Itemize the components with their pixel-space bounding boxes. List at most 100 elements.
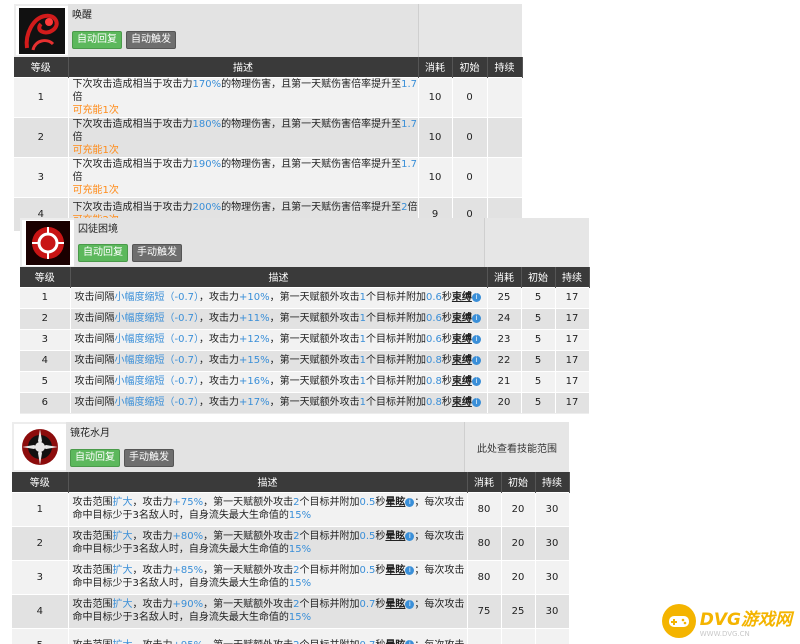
desc-fragment: 1.7 [401,118,417,130]
skills-page: 唤醒 自动回复 自动触发 等级 描述 消耗 初始 持续 1 下次攻击造成相当于攻击… [0,0,800,644]
row-duration [487,116,523,157]
header-cost: 消耗 [487,267,522,287]
table-row: 3 攻击间隔小幅度缩短（-0.7），攻击力+12%，第一天赋额外攻击1个目标并附加… [20,328,590,350]
row-cost [467,627,502,644]
desc-fragment: ，攻击力 [199,334,240,345]
row-desc: 攻击范围扩大，攻击力+80%，第一天赋额外攻击2个目标并附加0.5秒晕眩 i ；每次… [68,525,468,560]
desc-fragment: 0.6 [426,313,442,324]
desc-fragment: 15% [288,612,312,623]
mirror-flower-icon [14,424,66,470]
desc-fragment: 秒 [375,640,385,644]
skill-name: 镜花水月 [70,428,110,439]
table-header: 等级 描述 消耗 初始 持续 [20,267,590,287]
desc-fragment: ，攻击力 [199,355,240,366]
desc-fragment: 小幅度缩短 [114,292,165,303]
desc-fragment: +15% [239,355,270,366]
desc-fragment: 扩大 [112,497,133,508]
desc-fragment: 秒 [375,565,386,576]
info-icon[interactable]: i [471,334,481,344]
desc-fragment: 晕眩 [385,497,406,508]
desc-fragment: 170% [192,78,222,90]
row-init: 5 [521,349,556,371]
row-cost: 75 [467,593,502,628]
info-icon[interactable]: i [471,292,481,302]
row-duration: 17 [555,307,590,329]
info-icon[interactable]: i [471,376,481,386]
desc-fragment: 个目标并附加 [299,531,360,542]
desc-fragment: 15% [288,510,312,521]
header-duration: 持续 [487,57,523,77]
desc-fragment: 下次攻击造成相当于攻击力 [72,78,193,90]
desc-fragment: ，攻击力 [133,640,173,644]
header-desc: 描述 [70,267,488,287]
table-row: 1 攻击范围扩大，攻击力+75%，第一天赋额外攻击2个目标并附加0.5秒晕眩 i ；每… [12,491,570,526]
desc-fragment: ，第一天赋额外攻击 [269,397,360,409]
desc-fragment: 0.7 [359,599,376,610]
row-level: 1 [14,76,69,117]
row-cost: 80 [467,559,502,594]
desc-fragment: +95% [173,640,204,644]
desc-fragment: 攻击间隔 [74,334,115,345]
skill-name: 囚徒困境 [78,224,118,235]
desc-fragment: 束缚 [451,334,472,345]
desc-fragment: ，第一天赋额外攻击 [269,313,360,324]
info-icon[interactable]: i [471,397,481,407]
desc-fragment: 下次攻击造成相当于攻击力 [72,158,193,170]
desc-fragment: 秒 [375,531,386,542]
row-duration: 30 [535,559,570,594]
desc-fragment: +90% [172,599,204,610]
skill-panel-2: 囚徒困境 自动回复 手动触发 等级 描述 消耗 初始 持续 1 攻击间隔小幅度缩短… [20,218,590,414]
desc-fragment: 个目标并附加 [299,640,359,644]
desc-fragment: 扩大 [112,599,133,610]
desc-fragment: 晕眩 [385,531,406,542]
desc-fragment: （-0.7） [164,334,200,345]
desc-fragment: 束缚 [451,397,472,409]
row-duration: 17 [555,286,590,308]
desc-fragment: 扩大 [112,531,133,542]
desc-fragment: （-0.7） [164,292,200,303]
desc-fragment: 倍 [72,91,83,103]
desc-fragment: 束缚 [451,355,472,366]
desc-fragment: 小幅度缩短 [114,355,165,366]
row-init: 20 [501,559,536,594]
desc-fragment: 小幅度缩短 [114,376,165,387]
header-desc: 描述 [68,472,468,492]
skill-panel-1: 唤醒 自动回复 自动触发 等级 描述 消耗 初始 持续 1 下次攻击造成相当于攻击… [14,4,523,231]
tag-auto-recover: 自动回复 [78,244,128,262]
desc-fragment: 0.7 [359,640,375,644]
table-row: 1 攻击间隔小幅度缩短（-0.7），攻击力+10%，第一天赋额外攻击1个目标并附加… [20,286,590,308]
desc-fragment: 束缚 [451,376,472,387]
row-desc: 攻击间隔小幅度缩短（-0.7），攻击力+16%，第一天赋额外攻击1个目标并附加0… [70,370,488,392]
header-duration: 持续 [555,267,590,287]
desc-fragment: 个目标并附加 [366,355,426,366]
row-init: 5 [521,307,556,329]
desc-fragment: 命中目标少于3名敌人时，自身流失最大生命值的 [72,612,289,623]
header-level: 等级 [14,57,69,77]
desc-fragment: 束缚 [451,313,472,324]
desc-fragment: ，第一天赋额外攻击 [203,640,293,644]
desc-fragment: 秒 [441,313,452,324]
info-icon[interactable]: i [471,313,481,323]
desc-fragment: +12% [239,334,270,345]
desc-fragment: ，攻击力 [199,397,240,409]
desc-fragment: 个目标并附加 [299,497,360,508]
row-level: 1 [12,491,69,526]
desc-fragment: 晕眩 [385,599,406,610]
desc-fragment: 0.8 [426,376,442,387]
desc-fragment: +75% [172,497,204,508]
view-range-link[interactable]: 此处查看技能范围 [464,422,569,472]
table-row: 6 攻击间隔小幅度缩短（-0.7），攻击力+17%，第一天赋额外攻击1个目标并附加… [20,391,590,413]
desc-fragment: 秒 [441,355,452,366]
desc-fragment: ，攻击力 [199,313,240,324]
row-cost: 25 [487,286,522,308]
table-header: 等级 描述 消耗 初始 持续 [12,472,570,492]
desc-fragment: 攻击间隔 [74,292,115,303]
table-row: 3 下次攻击造成相当于攻击力190%的物理伤害，且第一天赋伤害倍率提升至1.7 倍可… [14,156,523,197]
desc-fragment: ；每次攻击 [414,565,465,576]
desc-fragment: 的物理伤害，且第一天赋伤害倍率提升至 [221,158,402,170]
desc-fragment: 下次攻击造成相当于攻击力 [72,118,193,130]
desc-fragment: 1.7 [401,158,417,170]
desc-fragment: ；每次攻击 [414,599,465,610]
info-icon[interactable]: i [471,355,481,365]
row-cost: 23 [487,328,522,350]
